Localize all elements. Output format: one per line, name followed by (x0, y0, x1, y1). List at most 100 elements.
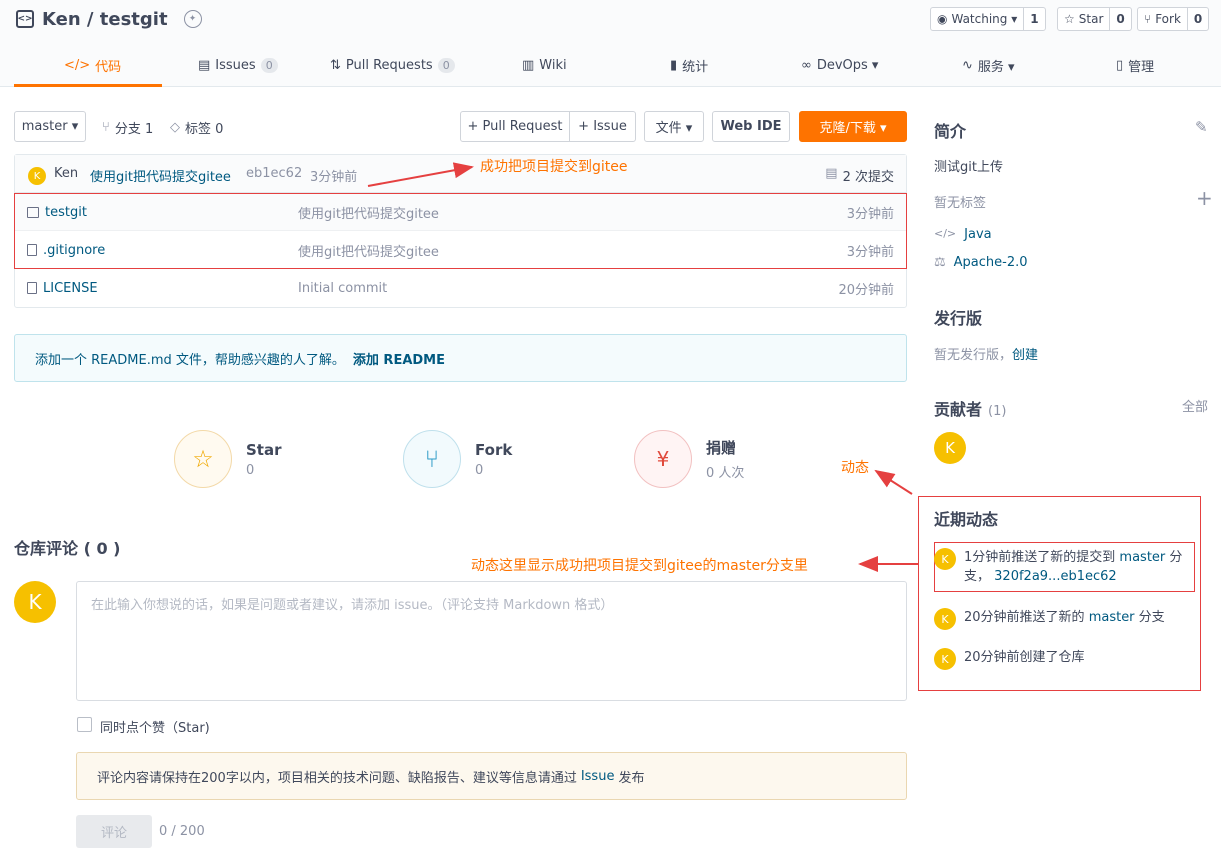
activity-item: K 20分钟前推送了新的 master 分支 (934, 608, 1165, 630)
tab-stats[interactable]: ▮ 统计 (670, 44, 708, 87)
fork-button[interactable]: ⑂ Fork 0 (1137, 7, 1210, 31)
fork-icon: ⑂ (403, 430, 461, 488)
star-button[interactable]: ☆ Star 0 (1057, 7, 1132, 31)
code-repo-icon: <> (16, 10, 34, 28)
active-tab-indicator (14, 84, 162, 87)
comment-notice: 评论内容请保持在200字以内，项目相关的技术问题、缺陷报告、建议等信息请通过 I… (76, 752, 907, 800)
all-contributors-link[interactable]: 全部 (1182, 396, 1208, 415)
file-menu-button[interactable]: 文件 ▾ (644, 111, 704, 142)
web-ide-button[interactable]: Web IDE (712, 111, 790, 142)
issue-link[interactable]: Issue (581, 769, 615, 784)
add-tag-icon[interactable]: + (1196, 186, 1213, 210)
activity-branch-link[interactable]: master (1119, 550, 1165, 565)
activity-compare-link[interactable]: 320f2a9...eb1ec62 (994, 569, 1117, 584)
settings-doc-icon: ▯ (1116, 58, 1124, 73)
folder-icon (27, 206, 39, 218)
submit-comment-button[interactable]: 评论 (76, 815, 152, 848)
code-icon: </> (934, 227, 957, 240)
file-icon (27, 244, 37, 256)
star-stat[interactable]: ☆ Star 0 (174, 430, 282, 488)
star-icon: ☆ (1064, 12, 1075, 26)
pulse-icon: ∿ (962, 58, 973, 73)
activity-item: K 20分钟前创建了仓库 (934, 648, 1085, 670)
release-info: 暂无发行版，创建 (934, 348, 1039, 363)
comment-input[interactable]: 在此输入你想说的话，如果是问题或者建议，请添加 issue。（评论支持 Mark… (76, 581, 907, 701)
activity-title: 近期动态 (934, 510, 999, 529)
arrow-to-activity-label (874, 469, 913, 495)
repo-title[interactable]: Ken / testgit (42, 9, 168, 30)
activity-branch-link[interactable]: master (1089, 610, 1135, 625)
intro-title: 简介 (934, 122, 967, 141)
repo-header: <> Ken / testgit ✦ ◉ Watching ▾ 1 ☆ Star 0… (0, 0, 1221, 87)
branch-icon: ⑂ (102, 120, 110, 135)
tab-code[interactable]: </> 代码 (64, 44, 121, 87)
create-release-link[interactable]: 创建 (1012, 348, 1038, 363)
commits-icon: ▤ (825, 166, 838, 181)
annotation-activity-label: 动态 (841, 460, 869, 476)
comments-title: 仓库评论 ( 0 ) (14, 539, 121, 558)
commit-author-avatar[interactable]: K (28, 167, 46, 185)
certified-badge-icon: ✦ (183, 10, 202, 28)
eye-icon: ◉ (937, 12, 948, 26)
repo-description: 测试git上传 (934, 160, 1003, 175)
commit-author[interactable]: Ken (54, 166, 78, 181)
no-tags-text: 暂无标签 (934, 196, 987, 211)
tab-devops[interactable]: ∞ DevOps ▾ (801, 44, 878, 87)
commit-time: 3分钟前 (310, 170, 358, 185)
clone-download-button[interactable]: 克隆/下载 ▾ (799, 111, 907, 142)
commit-hash[interactable]: eb1ec62 (246, 166, 302, 181)
tab-manage[interactable]: ▯ 管理 (1116, 44, 1154, 87)
activity-avatar[interactable]: K (934, 548, 956, 570)
code-icon: </> (64, 58, 91, 73)
watch-button[interactable]: ◉ Watching ▾ 1 (930, 7, 1046, 31)
activity-item: K 1分钟前推送了新的提交到 master 分支， 320f2a9...eb1e… (934, 548, 1189, 586)
pull-request-icon: ⇅ (330, 58, 341, 73)
tab-services[interactable]: ∿ 服务 ▾ (962, 44, 1015, 87)
license-link[interactable]: ⚖ Apache-2.0 (934, 255, 1028, 270)
annotation-activity-note: 动态这里显示成功把项目提交到gitee的master分支里 (471, 558, 808, 574)
add-readme-banner: 添加一个 README.md 文件，帮助感兴趣的人了解。 添加 README (14, 334, 907, 382)
file-row[interactable]: testgit 使用git把代码提交gitee 3分钟前 (15, 193, 906, 231)
add-readme-link[interactable]: 添加 README (353, 349, 445, 368)
star-count: 0 (1116, 12, 1125, 26)
star-icon: ☆ (174, 430, 232, 488)
file-row[interactable]: LICENSE Initial commit 20分钟前 (15, 269, 906, 307)
edit-icon[interactable]: ✎ (1195, 118, 1208, 136)
chart-icon: ▮ (670, 58, 678, 73)
commit-count-link[interactable]: ▤ 2 次提交 (825, 166, 894, 185)
tag-icon: ◇ (170, 120, 180, 135)
infinity-icon: ∞ (801, 58, 812, 73)
commit-message[interactable]: 使用git把代码提交gitee (90, 166, 231, 185)
donate-stat[interactable]: ¥ 捐赠 0 人次 (634, 430, 744, 488)
branches-link[interactable]: ⑂ 分支 1 (102, 118, 153, 137)
star-checkbox[interactable] (77, 717, 92, 732)
contributor-avatar[interactable]: K (934, 432, 966, 464)
new-pull-request-button[interactable]: + Pull Request (460, 111, 570, 142)
activity-avatar[interactable]: K (934, 608, 956, 630)
annotation-commit-note: 成功把项目提交到gitee (480, 159, 628, 175)
tab-pull-requests[interactable]: ⇅ Pull Requests 0 (330, 44, 455, 87)
donate-hand-icon: ¥ (634, 430, 692, 488)
activity-avatar[interactable]: K (934, 648, 956, 670)
new-issue-button[interactable]: + Issue (569, 111, 636, 142)
fork-stat[interactable]: ⑂ Fork 0 (403, 430, 512, 488)
tags-link[interactable]: ◇ 标签 0 (170, 118, 223, 137)
file-list: K Ken 使用git把代码提交gitee eb1ec62 3分钟前 ▤ 2 次提… (14, 154, 907, 308)
latest-commit-bar: K Ken 使用git把代码提交gitee eb1ec62 3分钟前 ▤ 2 次提… (15, 155, 906, 193)
repo-tabs: </> 代码 ▤ Issues 0 ⇅ Pull Requests 0 ▥ Wiki ▮ 统计… (0, 44, 1221, 87)
repo-title-bar: <> Ken / testgit ✦ (16, 6, 202, 32)
file-row[interactable]: .gitignore 使用git把代码提交gitee 3分钟前 (15, 231, 906, 269)
branch-select[interactable]: master ▾ (14, 111, 86, 142)
contributors-header: 贡献者 (1) (934, 400, 1007, 419)
watch-count: 1 (1030, 12, 1039, 26)
commenter-avatar: K (14, 581, 56, 623)
fork-icon: ⑂ (1144, 12, 1152, 26)
file-icon (27, 282, 37, 294)
release-title: 发行版 (934, 309, 983, 328)
fork-count: 0 (1193, 12, 1203, 26)
issues-icon: ▤ (198, 58, 211, 73)
wiki-icon: ▥ (522, 58, 535, 73)
tab-issues[interactable]: ▤ Issues 0 (198, 44, 278, 87)
tab-wiki[interactable]: ▥ Wiki (522, 44, 567, 87)
language-link[interactable]: </> Java (934, 227, 992, 242)
